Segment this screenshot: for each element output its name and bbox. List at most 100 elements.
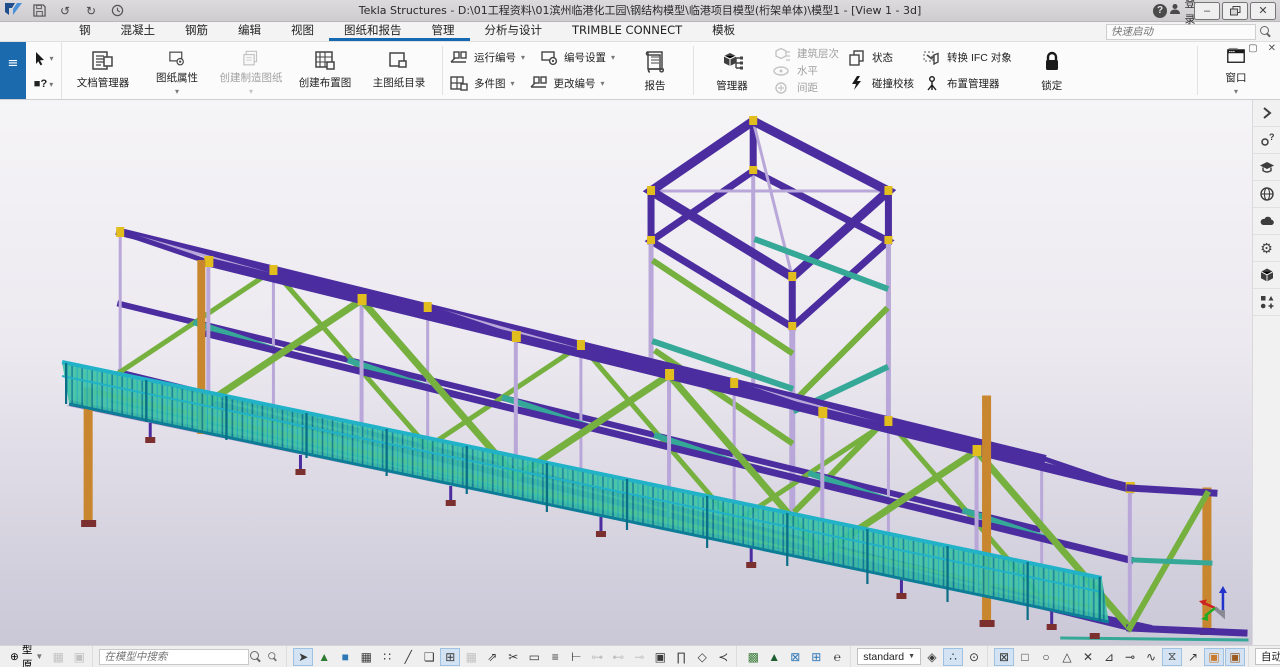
close-button[interactable]: ✕ [1250, 2, 1276, 20]
redo-button[interactable]: ↻ [81, 2, 101, 20]
view-snowflake[interactable]: ◈ [922, 648, 942, 666]
snap-arrow[interactable]: ↗ [1183, 648, 1203, 666]
view-image-green[interactable]: ▩ [743, 648, 763, 666]
select-joint-3[interactable]: ⊸ [629, 648, 649, 666]
manager-button[interactable]: 管理器 [700, 45, 764, 96]
master-drawing-catalog-button[interactable]: 主图纸目录 [362, 45, 436, 96]
snap-perp[interactable]: ⊸ [1120, 648, 1140, 666]
level-button[interactable]: 水平 [772, 62, 839, 79]
model-cube-icon[interactable] [1253, 262, 1280, 289]
select-all-green[interactable]: ▲ [314, 648, 334, 666]
view-grids-blue[interactable]: ⊞ [806, 648, 826, 666]
snap-hourglass[interactable]: ⧖ [1162, 648, 1182, 666]
report-button[interactable]: 报告 [623, 45, 687, 96]
view-minimize-button[interactable]: — [1228, 43, 1238, 54]
select-joint-2[interactable]: ⊷ [608, 648, 628, 666]
snap-ortho-1[interactable]: ▣ [1204, 648, 1224, 666]
app-menu-button[interactable]: ≡ [0, 42, 26, 99]
select-bars[interactable]: ≡ [545, 648, 565, 666]
select-angle[interactable]: ≺ [713, 648, 733, 666]
select-frame[interactable]: ∏ [671, 648, 691, 666]
cloud-warehouse-icon[interactable] [1253, 208, 1280, 235]
select-joint-1[interactable]: ⊶ [587, 648, 607, 666]
document-manager-button[interactable]: 文档管理器 [66, 45, 140, 96]
building-hierarchy-button[interactable]: 建筑层次 [772, 45, 839, 62]
snap-wave[interactable]: ∿ [1141, 648, 1161, 666]
representation-dropdown[interactable]: standard▼ [857, 648, 921, 665]
tab-manage[interactable]: 管理 [417, 22, 470, 41]
select-diamond[interactable]: ◇ [692, 648, 712, 666]
undo-button[interactable]: ↺ [55, 2, 75, 20]
help-icon[interactable]: ? [1150, 2, 1170, 20]
view-box-blue[interactable]: ⊠ [785, 648, 805, 666]
select-surface[interactable]: ⊞ [440, 648, 460, 666]
globe-icon[interactable] [1253, 181, 1280, 208]
model-search-input[interactable] [99, 649, 249, 665]
advanced-search-button[interactable] [263, 648, 283, 666]
select-pointer[interactable]: ➤ [293, 648, 313, 666]
tab-view[interactable]: 视图 [276, 22, 329, 41]
select-cut[interactable]: ✂ [503, 648, 523, 666]
auto-plane-dropdown[interactable]: 自动▼ [1255, 648, 1280, 665]
create-ga-drawing-button[interactable]: 创建布置图 [288, 45, 362, 96]
view-restore-button[interactable]: ▢ [1248, 43, 1257, 54]
minimize-button[interactable]: – [1194, 2, 1220, 20]
view-eye[interactable]: ⊙ [964, 648, 984, 666]
origin-tool-disabled-1[interactable]: ▦ [48, 648, 68, 666]
snap-corner[interactable]: ⊿ [1099, 648, 1119, 666]
select-rect[interactable]: ▭ [524, 648, 544, 666]
snap-circle[interactable]: ○ [1036, 648, 1056, 666]
component-question-icon[interactable]: ? [1253, 127, 1280, 154]
login-button[interactable]: 登录 [1172, 2, 1192, 20]
status-button[interactable]: 状态 [847, 46, 914, 70]
snap-ortho-2[interactable]: ▣ [1225, 648, 1245, 666]
restore-button[interactable] [1222, 2, 1248, 20]
applications-components-icon[interactable] [1253, 289, 1280, 316]
lock-button[interactable]: 锁定 [1020, 45, 1084, 96]
select-line[interactable]: ╱ [398, 648, 418, 666]
tab-template[interactable]: 模板 [697, 22, 750, 41]
inquiry-tool[interactable]: ■?▾ [34, 78, 53, 90]
select-cursor-tool[interactable]: ▾ [33, 51, 53, 66]
run-numbering-button[interactable]: 运行编号▾ [449, 46, 525, 70]
snap-cross[interactable]: ✕ [1078, 648, 1098, 666]
snap-triangle[interactable]: △ [1057, 648, 1077, 666]
snap-box[interactable]: ⊠ [994, 648, 1014, 666]
education-cap-icon[interactable] [1253, 154, 1280, 181]
change-numbering-button[interactable]: 更改编号▾ [529, 71, 605, 95]
panel-collapse-chevron-icon[interactable] [1253, 100, 1280, 127]
model-viewport[interactable] [0, 100, 1252, 645]
tab-trimble-connect[interactable]: TRIMBLE CONNECT [557, 22, 697, 41]
select-flag[interactable]: ⊢ [566, 648, 586, 666]
view-points[interactable]: ∴ [943, 648, 963, 666]
spacing-button[interactable]: 间距 [772, 79, 839, 96]
select-grid[interactable]: ▦ [356, 648, 376, 666]
create-fabrication-drawing-button[interactable]: 创建制造图纸▾ [214, 45, 288, 96]
settings-gear-icon[interactable]: ⚙ [1253, 235, 1280, 262]
tab-rebar[interactable]: 钢筋 [170, 22, 223, 41]
assembly-drawing-button[interactable]: 多件图▾ [449, 71, 515, 95]
tab-edit[interactable]: 编辑 [223, 22, 276, 41]
view-triangle[interactable]: ▲ [764, 648, 784, 666]
origin-tool-disabled-2[interactable]: ▣ [69, 648, 89, 666]
view-close-button[interactable]: ✕ [1268, 43, 1276, 54]
select-arrows[interactable]: ⇗ [482, 648, 502, 666]
snap-square[interactable]: □ [1015, 648, 1035, 666]
tab-analysis-design[interactable]: 分析与设计 [470, 22, 558, 41]
tab-drawings-reports[interactable]: 图纸和报告 [329, 22, 417, 41]
layout-manager-button[interactable]: 布置管理器 [922, 71, 1012, 95]
view-clamp[interactable]: ℮ [827, 648, 847, 666]
select-filled[interactable]: ▣ [650, 648, 670, 666]
convert-ifc-button[interactable]: 转换 IFC 对象 [922, 46, 1012, 70]
select-grid-faint[interactable]: ▦ [461, 648, 481, 666]
clash-check-button[interactable]: 碰撞校核 [847, 71, 914, 95]
select-part[interactable]: ❏ [419, 648, 439, 666]
history-button[interactable] [107, 2, 127, 20]
quick-launch-input[interactable] [1106, 24, 1256, 40]
select-points[interactable]: ∷ [377, 648, 397, 666]
save-button[interactable] [29, 2, 49, 20]
tab-steel[interactable]: 钢 [64, 22, 106, 41]
select-area-blue[interactable]: ■ [335, 648, 355, 666]
numbering-settings-button[interactable]: 编号设置▾ [539, 46, 615, 70]
tab-concrete[interactable]: 混凝土 [106, 22, 171, 41]
